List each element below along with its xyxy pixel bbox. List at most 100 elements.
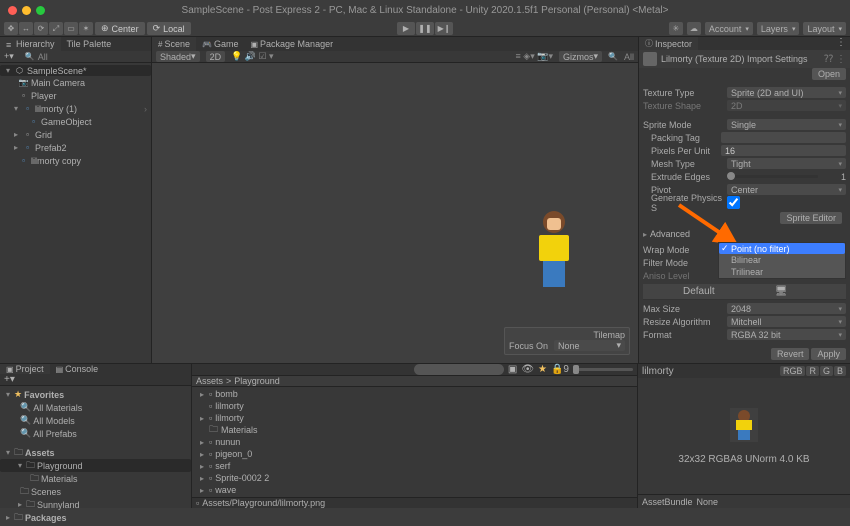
project-favorites[interactable]: ▾★Favorites [0, 388, 191, 401]
max-size-dropdown[interactable]: 2048 [727, 303, 846, 314]
help-icon[interactable]: ⁇ ⋮ [824, 54, 846, 65]
hierarchy-item[interactable]: ▫GameObject [0, 115, 151, 128]
packing-tag-input[interactable] [721, 132, 846, 143]
breadcrumb[interactable]: Assets > Playground [192, 376, 637, 387]
file-item[interactable]: ▸▫lilmorty [192, 412, 637, 424]
file-item[interactable]: ▸▫bomb [192, 388, 637, 400]
filter-icon[interactable]: ▣ [508, 364, 517, 375]
platform-default-tab[interactable]: Default [683, 286, 715, 297]
tab-console[interactable]: ▤Console [50, 364, 105, 374]
project-search[interactable] [414, 364, 504, 375]
tab-scene[interactable]: #Scene [152, 37, 196, 51]
scene-search[interactable]: All [624, 52, 634, 62]
add-icon[interactable]: +▾ [4, 51, 14, 62]
tab-project[interactable]: ▣Project [0, 364, 50, 374]
file-item[interactable]: 🗀Materials [192, 424, 637, 436]
main-toolbar: ✥↔⟳⤢▭✶ ⊕Center ⟳Local ▶ ❚❚ ▶❙ ✳ ☁ Accoun… [0, 21, 850, 37]
tab-hierarchy[interactable]: ≡Hierarchy [0, 37, 61, 51]
texture-shape-dropdown: 2D [727, 100, 846, 111]
g-tab[interactable]: G [820, 366, 833, 376]
filter-mode-options[interactable]: Point (no filter) Bilinear Trilinear [718, 242, 846, 279]
filter-option-bilinear[interactable]: Bilinear [719, 254, 845, 266]
collab-icon[interactable]: ✳ [669, 22, 683, 35]
cloud-icon[interactable]: ☁ [687, 22, 701, 35]
shaded-dropdown[interactable]: Shaded ▾ [156, 51, 200, 62]
account-dropdown[interactable]: Account [705, 22, 753, 35]
file-item[interactable]: ▸▫Sprite-0002 2 [192, 472, 637, 484]
project-fav-item[interactable]: 🔍All Materials [0, 401, 191, 414]
hierarchy-item[interactable]: ▸▫Grid [0, 128, 151, 141]
extrude-slider[interactable] [727, 175, 818, 178]
filter-option-trilinear[interactable]: Trilinear [719, 266, 845, 278]
b-tab[interactable]: B [834, 366, 846, 376]
star-icon[interactable]: ★ [538, 364, 547, 375]
revert-button[interactable]: Revert [771, 348, 810, 360]
minimize-window[interactable] [22, 6, 31, 15]
tab-inspector[interactable]: ⓘInspector [639, 37, 698, 50]
scene-viewport[interactable]: Tilemap Focus OnNone▾ [152, 63, 638, 363]
project-fav-item[interactable]: 🔍All Models [0, 414, 191, 427]
project-folder[interactable]: ▸🗀Sunnyland [0, 498, 191, 511]
hierarchy-item[interactable]: ▫lilmorty copy [0, 154, 151, 167]
advanced-foldout[interactable]: Advanced [643, 227, 846, 241]
asset-thumb-icon [643, 52, 657, 66]
file-item[interactable]: ▫lilmorty [192, 400, 637, 412]
filter-option-point[interactable]: Point (no filter) [719, 243, 845, 254]
tab-package-manager[interactable]: ▣Package Manager [244, 37, 339, 51]
generate-physics-checkbox[interactable] [727, 196, 740, 209]
ppu-input[interactable] [721, 145, 846, 156]
layout-dropdown[interactable]: Layout [803, 22, 846, 35]
rgb-tab[interactable]: RGB [780, 366, 806, 376]
transform-tools[interactable]: ✥↔⟳⤢▭✶ [4, 22, 93, 35]
sprite-editor-button[interactable]: Sprite Editor [780, 212, 842, 224]
open-button[interactable]: Open [812, 68, 846, 80]
file-item[interactable]: ▸▫nunun [192, 436, 637, 448]
thumbnail-size-slider[interactable] [573, 368, 633, 371]
platform-desktop-icon[interactable]: 🖥 [775, 286, 786, 297]
format-dropdown[interactable]: RGBA 32 bit [727, 329, 846, 340]
2d-toggle[interactable]: 2D [206, 51, 226, 62]
play-button[interactable]: ▶ [397, 22, 415, 35]
hierarchy-item[interactable]: ▸▫Prefab2 [0, 141, 151, 154]
hierarchy-item[interactable]: ▫Player [0, 89, 151, 102]
tab-game[interactable]: 🎮Game [196, 37, 244, 51]
hierarchy-scene[interactable]: ▾⬡SampleScene* [0, 65, 151, 76]
asset-path: Assets/Playground/lilmorty.png [202, 498, 325, 508]
hierarchy-item[interactable]: ▾▫lilmorty (1)› [0, 102, 151, 115]
tilemap-overlay[interactable]: Tilemap Focus OnNone▾ [504, 327, 630, 355]
pivot-dropdown[interactable]: Center [727, 184, 846, 195]
preview-name: lilmorty [642, 366, 674, 377]
eye-icon[interactable]: 👁 [521, 364, 534, 375]
inspector-menu-icon[interactable]: ⋮ [836, 37, 846, 50]
pivot-center[interactable]: ⊕Center [95, 22, 145, 35]
file-item[interactable]: ▸▫serf [192, 460, 637, 472]
project-folder[interactable]: ▾🗀Playground [0, 459, 191, 472]
pause-button[interactable]: ❚❚ [416, 22, 434, 35]
sprite-character [532, 211, 576, 293]
gizmos-dropdown[interactable]: Gizmos ▾ [559, 51, 602, 62]
layers-dropdown[interactable]: Layers [757, 22, 800, 35]
hierarchy-search[interactable]: All [38, 52, 48, 62]
pivot-local[interactable]: ⟳Local [147, 22, 191, 35]
project-packages[interactable]: ▸🗀Packages [0, 511, 191, 524]
sprite-mode-dropdown[interactable]: Single [727, 119, 846, 130]
add-icon[interactable]: +▾ [4, 374, 15, 385]
mesh-type-dropdown[interactable]: Tight [727, 158, 846, 169]
file-item[interactable]: ▸▫pigeon_0 [192, 448, 637, 460]
texture-type-dropdown[interactable]: Sprite (2D and UI) [727, 87, 846, 98]
tab-tile-palette[interactable]: Tile Palette [61, 37, 118, 51]
window-title: SampleScene - Post Express 2 - PC, Mac &… [0, 0, 850, 21]
assetbundle-dropdown[interactable]: None [697, 497, 801, 507]
step-button[interactable]: ▶❙ [435, 22, 453, 35]
apply-button[interactable]: Apply [811, 348, 846, 360]
close-window[interactable] [8, 6, 17, 15]
project-fav-item[interactable]: 🔍All Prefabs [0, 427, 191, 440]
file-item[interactable]: ▸▫wave [192, 484, 637, 496]
preview-thumbnail [730, 408, 758, 442]
r-tab[interactable]: R [806, 366, 819, 376]
hierarchy-item[interactable]: 📷Main Camera [0, 76, 151, 89]
zoom-window[interactable] [36, 6, 45, 15]
preview-info: 32x32 RGBA8 UNorm 4.0 KB [678, 454, 809, 465]
inspector-asset-title: Lilmorty (Texture 2D) Import Settings [661, 54, 808, 64]
resize-algo-dropdown[interactable]: Mitchell [727, 316, 846, 327]
